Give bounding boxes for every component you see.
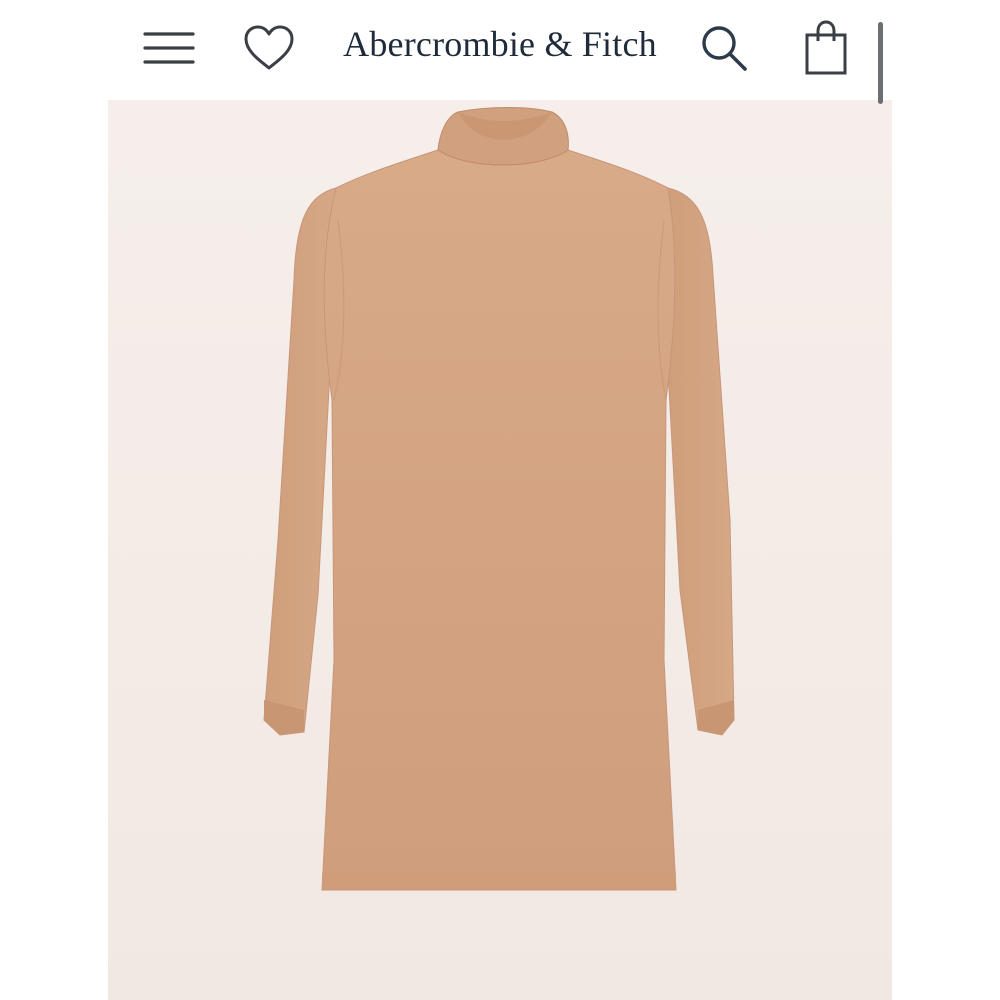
sweater-dress-illustration	[263, 107, 735, 891]
app-screen: Abercrombie & Fitch	[0, 0, 1000, 1000]
heart-icon	[244, 25, 294, 70]
bag-button[interactable]	[794, 16, 858, 80]
search-icon	[702, 26, 747, 71]
app-frame: Abercrombie & Fitch	[108, 0, 892, 1000]
menu-button[interactable]	[137, 16, 201, 80]
favorites-button[interactable]	[237, 16, 301, 80]
scrollbar[interactable]	[878, 22, 883, 104]
search-button[interactable]	[692, 16, 756, 80]
hamburger-menu-icon	[143, 32, 195, 64]
top-header: Abercrombie & Fitch	[108, 0, 892, 100]
shopping-bag-icon	[805, 20, 847, 75]
product-image[interactable]	[108, 100, 892, 1000]
brand-logo[interactable]: Abercrombie & Fitch	[330, 22, 670, 66]
